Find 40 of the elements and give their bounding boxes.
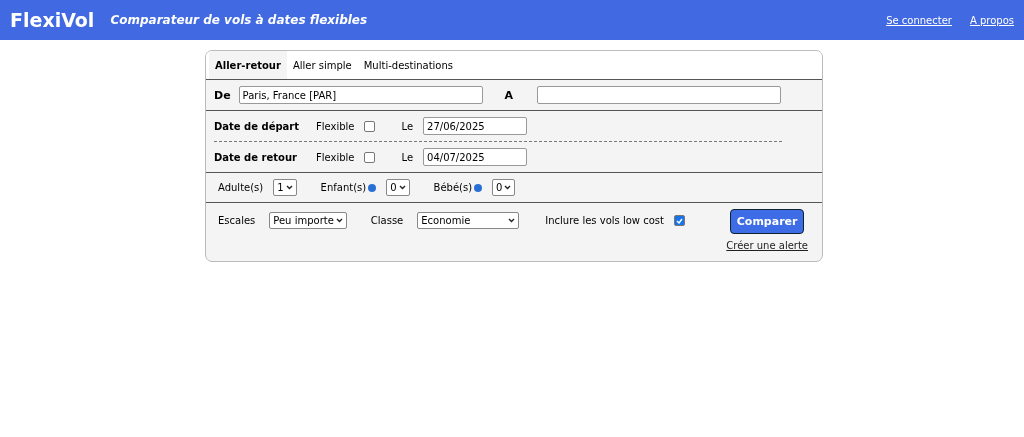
chevron-down-icon [398,185,406,190]
nav-link[interactable]: Se connecter [886,14,952,26]
checkbox[interactable] [364,120,376,132]
chevron-down-icon [504,185,512,190]
dropdown[interactable]: 0 [492,179,516,196]
create-alert-link[interactable]: Créer une alerte [726,240,808,251]
input-field[interactable] [537,86,782,104]
field-label: Le [401,151,414,163]
compare-button[interactable]: Comparer [729,209,805,234]
tagline: Comparateur de vols à dates flexibles [110,13,369,27]
chevron-down-icon [335,218,343,223]
dropdown[interactable]: Peu importe [269,212,347,229]
checkbox[interactable] [673,215,685,226]
chevron-down-icon [508,218,516,223]
field-label: Adulte(s) [218,182,264,193]
field-label: Enfant(s) [320,182,367,193]
field-label: A [504,88,514,102]
field-label: De [214,88,231,102]
dropdown[interactable]: 0 [386,179,410,196]
dropdown[interactable]: 1 [273,179,297,196]
tab[interactable]: Aller-retour [209,51,287,79]
dropdown[interactable]: Economie [417,212,520,229]
logo: FlexiVol [10,9,95,31]
info-icon[interactable] [368,183,377,192]
field-label: Flexible [316,151,355,163]
field-label: Flexible [316,120,355,132]
field-label: Date de départ [214,120,300,132]
field-label: Le [401,120,414,132]
field-label: Date de retour [214,151,297,163]
info-icon[interactable] [474,183,483,192]
nav-link[interactable]: A propos [969,14,1014,26]
field-label: Inclure les vols low cost [545,215,664,226]
checkbox[interactable] [364,151,376,163]
field-label: Escales [218,215,256,226]
date-field[interactable]: 04/07/2025 [423,148,528,166]
input-field[interactable]: Paris, France [PAR] [238,86,483,104]
field-label: Bébé(s) [433,182,473,193]
chevron-down-icon [285,185,293,190]
field-label: Classe [370,215,404,226]
date-field[interactable]: 27/06/2025 [423,117,528,135]
